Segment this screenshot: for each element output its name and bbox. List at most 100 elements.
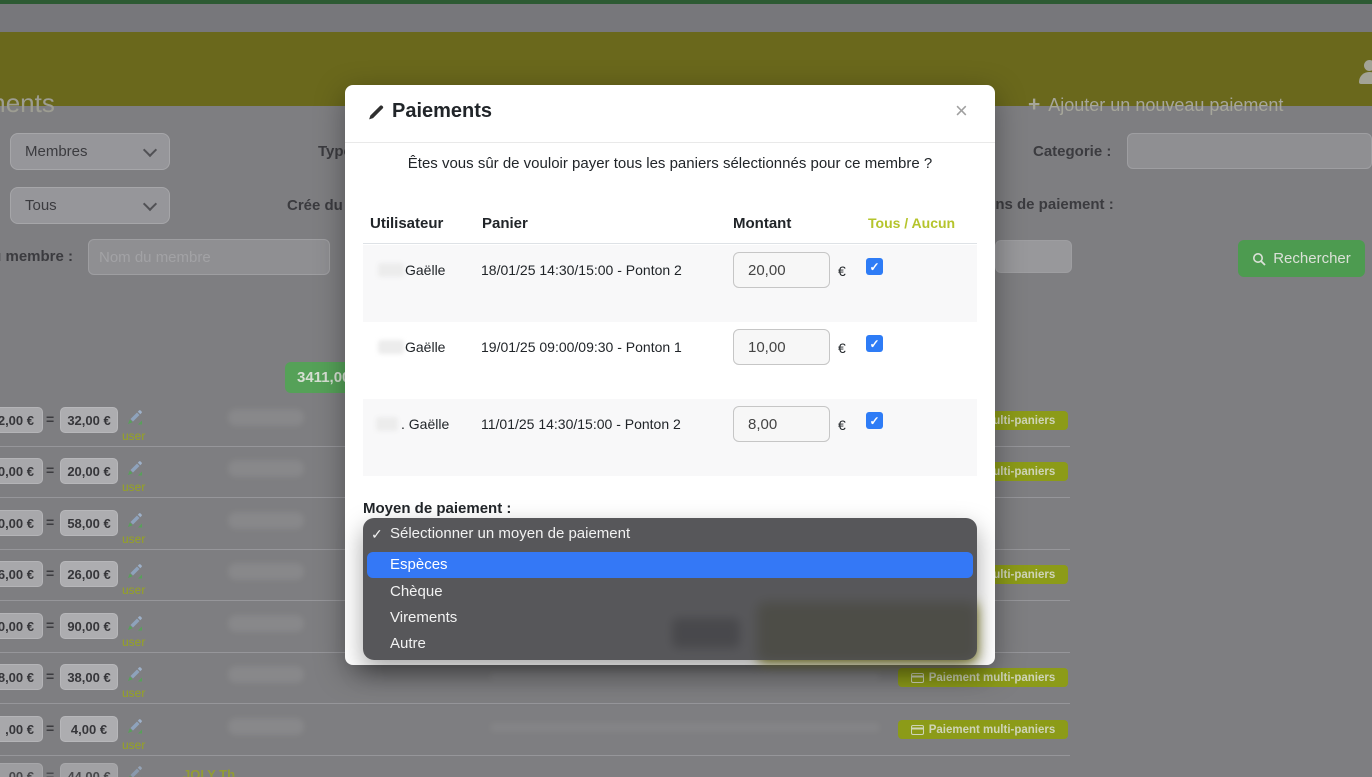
multi-panier-badge[interactable]: Paiement multi-paniers xyxy=(898,668,1068,687)
equals-sign: = xyxy=(46,462,54,478)
plus-icon: + xyxy=(1028,93,1040,117)
row-montant-input[interactable] xyxy=(733,406,830,442)
multi-panier-badge-label: Paiement multi-paniers xyxy=(929,724,1056,736)
amount-total-box: 90,00 € xyxy=(60,613,118,639)
check-icon: ✓ xyxy=(869,337,879,351)
search-icon xyxy=(1252,252,1266,266)
check-icon: ✓ xyxy=(869,260,879,274)
dropdown-option-especes[interactable]: Espèces xyxy=(367,552,973,578)
chevron-down-icon xyxy=(143,196,157,210)
user-link[interactable]: user xyxy=(122,635,145,649)
nom-membre-label: Nom du membre : xyxy=(0,248,73,265)
add-payment-label: Ajouter un nouveau paiement xyxy=(1048,95,1283,116)
check-icon: ✓ xyxy=(371,526,383,543)
user-link[interactable]: user xyxy=(122,583,145,597)
edit-user-icon[interactable] xyxy=(126,765,143,777)
user-link[interactable]: user xyxy=(122,480,145,494)
search-button[interactable]: Rechercher xyxy=(1238,240,1365,277)
card-icon xyxy=(911,673,924,683)
dropdown-option-especes-label: Espèces xyxy=(390,556,448,573)
dropdown-option-placeholder[interactable]: Sélectionner un moyen de paiement xyxy=(390,525,630,542)
column-header-utilisateur: Utilisateur xyxy=(370,215,443,232)
redacted-text xyxy=(228,563,304,580)
edit-user-icon[interactable] xyxy=(126,512,143,529)
row-user: . Gaëlle xyxy=(401,416,449,432)
categorie-input[interactable] xyxy=(1127,133,1372,169)
row-montant-input[interactable] xyxy=(733,329,830,365)
user-link[interactable]: user xyxy=(122,738,145,752)
redacted-name xyxy=(376,417,398,431)
modal-header: Paiements × xyxy=(345,85,995,143)
edit-user-icon[interactable] xyxy=(126,718,143,735)
redacted-text xyxy=(490,723,880,732)
user-icon[interactable] xyxy=(1356,60,1372,84)
equals-sign: = xyxy=(46,565,54,581)
card-icon xyxy=(911,725,924,735)
dropdown-option-cheque[interactable]: Chèque xyxy=(390,583,443,600)
row-checkbox[interactable]: ✓ xyxy=(866,335,883,352)
payment-method-dropdown: ✓ Sélectionner un moyen de paiement Espè… xyxy=(363,518,977,660)
equals-sign: = xyxy=(46,411,54,427)
multi-panier-badge-label: Paiement multi-paniers xyxy=(929,672,1056,684)
close-icon[interactable]: × xyxy=(955,98,968,124)
tous-select-value: Tous xyxy=(25,197,57,214)
amount-paid-box: 0,00 € xyxy=(0,510,43,536)
row-checkbox[interactable]: ✓ xyxy=(866,412,883,429)
moyen-paiement-label: Moyen de paiement : xyxy=(363,500,511,517)
edit-user-icon[interactable] xyxy=(126,615,143,632)
user-link[interactable]: user xyxy=(122,429,145,443)
member-name-link[interactable]: JOLY Th xyxy=(183,767,235,777)
redacted-text xyxy=(228,512,304,529)
edit-user-icon[interactable] xyxy=(126,460,143,477)
amount-paid-box: ,00 € xyxy=(0,716,43,742)
modal-basket-row: . Gaëlle 11/01/25 14:30/15:00 - Ponton 2… xyxy=(363,399,977,476)
tous-select[interactable]: Tous xyxy=(10,187,170,224)
modal-basket-row: Gaëlle 18/01/25 14:30/15:00 - Ponton 2 €… xyxy=(363,245,977,322)
redacted-name xyxy=(378,263,404,277)
search-button-label: Rechercher xyxy=(1273,250,1351,267)
membres-select[interactable]: Membres xyxy=(10,133,170,170)
row-currency: € xyxy=(838,340,846,356)
nom-membre-input[interactable] xyxy=(88,239,330,275)
multi-panier-badge[interactable]: Paiement multi-paniers xyxy=(898,720,1068,739)
browser-band xyxy=(0,4,1372,32)
amount-total-box: 44,00 € xyxy=(60,763,118,777)
check-icon: ✓ xyxy=(869,414,879,428)
edit-user-icon[interactable] xyxy=(126,666,143,683)
amount-total-box: 32,00 € xyxy=(60,407,118,433)
redacted-text xyxy=(228,666,304,683)
user-link[interactable]: user xyxy=(122,686,145,700)
redacted-text xyxy=(228,615,304,632)
row-checkbox[interactable]: ✓ xyxy=(866,258,883,275)
column-header-panier: Panier xyxy=(482,215,528,232)
dropdown-option-autre[interactable]: Autre xyxy=(390,635,426,652)
equals-sign: = xyxy=(46,767,54,777)
divider xyxy=(363,243,977,244)
amount-total-box: 20,00 € xyxy=(60,458,118,484)
app-root: Paiements ⚙ Config + Ajouter un nouveau … xyxy=(0,0,1372,777)
row-user: Gaëlle xyxy=(405,339,445,355)
redacted-text xyxy=(228,409,304,426)
column-header-montant: Montant xyxy=(733,215,791,232)
equals-sign: = xyxy=(46,720,54,736)
paiements-modal: Paiements × Êtes vous sûr de vouloir pay… xyxy=(345,85,995,665)
amount-paid-box: 8,00 € xyxy=(0,664,43,690)
redacted-text xyxy=(490,671,880,680)
edit-user-icon[interactable] xyxy=(126,409,143,426)
row-panier: 11/01/25 14:30/15:00 - Ponton 2 xyxy=(481,416,681,432)
table-row: ,00 € = 4,00 € user Paiement multi-panie… xyxy=(0,703,1070,756)
cree-du-label: Crée du xyxy=(287,197,343,214)
equals-sign: = xyxy=(46,514,54,530)
modal-basket-row: Gaëlle 19/01/25 09:00/09:30 - Ponton 1 €… xyxy=(363,322,977,399)
membres-select-value: Membres xyxy=(25,143,88,160)
moyens-paiement-input[interactable] xyxy=(995,240,1072,273)
user-link[interactable]: user xyxy=(122,532,145,546)
row-montant-input[interactable] xyxy=(733,252,830,288)
add-payment-button[interactable]: + Ajouter un nouveau paiement xyxy=(1028,93,1283,117)
amount-paid-box: 0,00 € xyxy=(0,458,43,484)
dropdown-option-virements[interactable]: Virements xyxy=(390,609,457,626)
redacted-text xyxy=(228,460,304,477)
table-row: ,00 € = 44,00 € JOLY Th xyxy=(0,755,1070,777)
edit-user-icon[interactable] xyxy=(126,563,143,580)
row-user: Gaëlle xyxy=(405,262,445,278)
